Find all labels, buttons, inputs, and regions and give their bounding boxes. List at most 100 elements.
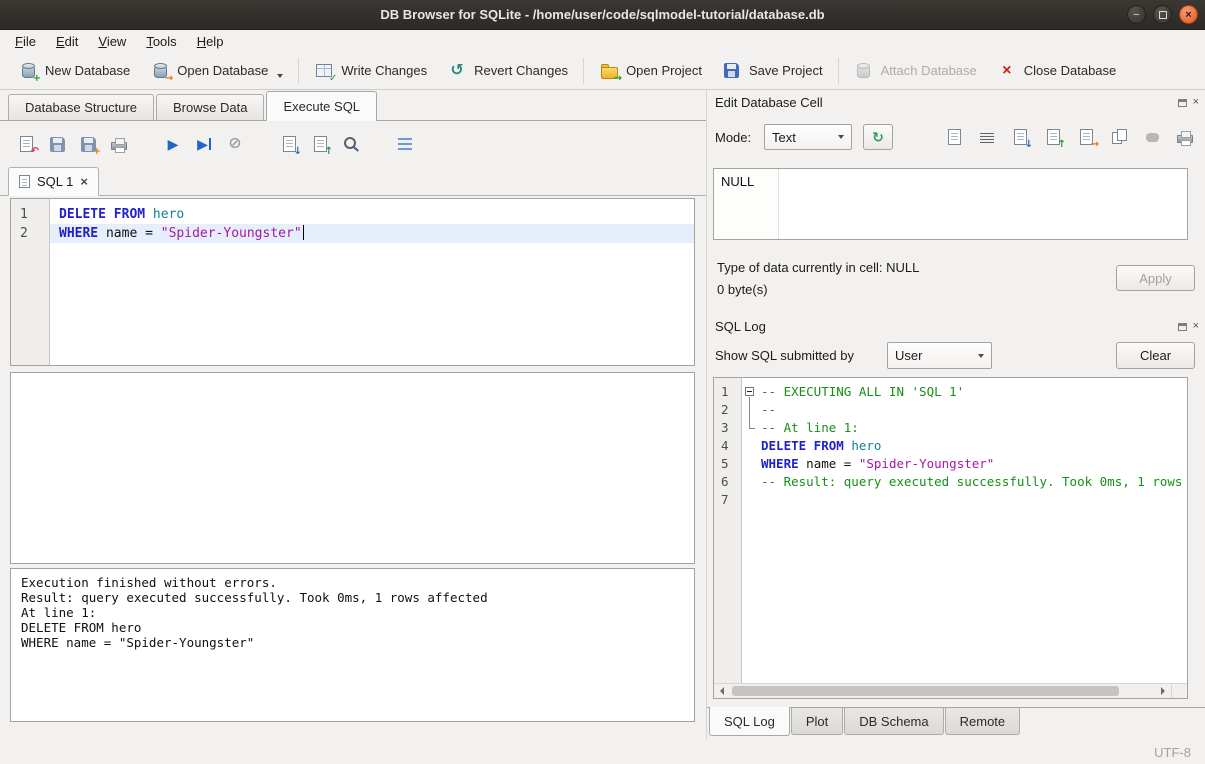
format-sql-icon[interactable] xyxy=(395,134,415,154)
print-cell-icon[interactable] xyxy=(1175,127,1195,147)
left-panel: Database Structure Browse Data Execute S… xyxy=(0,90,706,740)
log-line[interactable]: 4DELETE FROM hero xyxy=(714,437,1187,455)
editor-line[interactable]: 2WHERE name = "Spider-Youngster" xyxy=(11,224,694,243)
scrollbar-thumb[interactable] xyxy=(732,686,1119,696)
float-panel-icon[interactable] xyxy=(1178,99,1187,107)
editor-line[interactable]: 1DELETE FROM hero xyxy=(11,205,694,224)
minimize-button[interactable]: − xyxy=(1127,5,1146,24)
execute-all-icon[interactable]: ▶ xyxy=(163,134,183,154)
app-window: DB Browser for SQLite - /home/user/code/… xyxy=(0,0,1205,764)
set-null-icon[interactable] xyxy=(1142,127,1162,147)
sql-tab-label: SQL 1 xyxy=(37,174,73,189)
sql-tab[interactable]: SQL 1 × xyxy=(8,167,99,196)
menu-edit[interactable]: Edit xyxy=(46,32,88,51)
write-changes-icon: ✓ xyxy=(314,61,334,81)
open-database-icon: → xyxy=(150,61,170,81)
new-database-icon: + xyxy=(18,61,38,81)
log-line[interactable]: 3-- At line 1: xyxy=(714,419,1187,437)
sql-log-dock-controls: × xyxy=(1178,322,1199,331)
tab-execute-sql[interactable]: Execute SQL xyxy=(266,91,377,121)
float-panel-icon[interactable] xyxy=(1178,323,1187,331)
close-tab-icon[interactable]: × xyxy=(80,175,88,188)
right-panel: Edit Database Cell × Mode: Text ↻ ↓ ↑ → xyxy=(706,90,1205,740)
stop-execution-icon[interactable]: ⊘ xyxy=(225,134,245,154)
log-line[interactable]: 7 xyxy=(714,491,1187,509)
close-database-button[interactable]: × Close Database xyxy=(987,56,1127,86)
log-line[interactable]: 1-- EXECUTING ALL IN 'SQL 1' xyxy=(714,383,1187,401)
sql-file-icon xyxy=(19,175,30,188)
open-database-button[interactable]: → Open Database xyxy=(140,56,293,86)
horizontal-scrollbar[interactable] xyxy=(714,683,1187,698)
line-number: 5 xyxy=(714,455,742,473)
execution-log-panel[interactable]: Execution finished without errors. Resul… xyxy=(10,568,695,722)
scroll-left-icon[interactable] xyxy=(714,684,730,698)
save-project-button[interactable]: Save Project xyxy=(712,56,833,86)
code-text: WHERE name = "Spider-Youngster" xyxy=(50,224,694,243)
cell-value: NULL xyxy=(721,174,754,189)
sql-log-code[interactable]: 1-- EXECUTING ALL IN 'SQL 1'2--3-- At li… xyxy=(714,378,1187,683)
main-tabbar: Database Structure Browse Data Execute S… xyxy=(0,90,706,121)
tab-browse-data[interactable]: Browse Data xyxy=(156,94,264,120)
sql-toolbar: ↶ + ▶ ▶ ⊘ ↓ ↑ xyxy=(0,130,415,158)
line-number: 2 xyxy=(11,224,50,243)
sql-log-view[interactable]: 1-- EXECUTING ALL IN 'SQL 1'2--3-- At li… xyxy=(713,377,1188,699)
tab-sql-log[interactable]: SQL Log xyxy=(709,707,790,736)
execute-line-icon[interactable]: ▶ xyxy=(194,134,214,154)
main-area: Database Structure Browse Data Execute S… xyxy=(0,90,1205,740)
log-line[interactable]: 6-- Result: query executed successfully.… xyxy=(714,473,1187,491)
new-database-button[interactable]: + New Database xyxy=(8,56,140,86)
attach-database-icon xyxy=(854,61,874,81)
titlebar[interactable]: DB Browser for SQLite - /home/user/code/… xyxy=(0,0,1205,30)
fold-toggle-icon[interactable] xyxy=(742,383,758,401)
log-line[interactable]: 2-- xyxy=(714,401,1187,419)
print-sql-icon[interactable] xyxy=(109,134,129,154)
save-sql-file-icon[interactable] xyxy=(47,134,67,154)
menu-file[interactable]: File xyxy=(5,32,46,51)
save-sql-as-icon[interactable]: + xyxy=(78,134,98,154)
sql-editor[interactable]: 1DELETE FROM hero2WHERE name = "Spider-Y… xyxy=(10,198,695,366)
menu-view[interactable]: View xyxy=(88,32,136,51)
menu-tools[interactable]: Tools xyxy=(136,32,186,51)
word-wrap-icon[interactable] xyxy=(977,127,997,147)
close-window-button[interactable]: × xyxy=(1179,5,1198,24)
import-sql-icon[interactable]: ↑ xyxy=(310,134,330,154)
save-project-icon xyxy=(722,61,742,81)
open-sql-file-icon[interactable]: ↶ xyxy=(16,134,36,154)
refresh-cell-button[interactable]: ↻ xyxy=(863,124,893,150)
close-panel-icon[interactable]: × xyxy=(1193,322,1199,331)
line-number: 3 xyxy=(714,419,742,437)
tab-remote[interactable]: Remote xyxy=(945,708,1021,735)
find-replace-icon[interactable] xyxy=(341,134,361,154)
maximize-button[interactable] xyxy=(1153,5,1172,24)
scroll-right-icon[interactable] xyxy=(1155,684,1171,698)
close-panel-icon[interactable]: × xyxy=(1193,98,1199,107)
menu-help[interactable]: Help xyxy=(187,32,234,51)
mode-combobox[interactable]: Text xyxy=(764,124,852,150)
user-filter-combobox[interactable]: User xyxy=(887,342,992,369)
scrollbar-track[interactable] xyxy=(730,684,1155,698)
write-changes-button[interactable]: ✓ Write Changes xyxy=(304,56,437,86)
cell-type-info: Type of data currently in cell: NULL xyxy=(717,260,919,275)
apply-button[interactable]: Apply xyxy=(1116,265,1195,291)
clear-button[interactable]: Clear xyxy=(1116,342,1195,369)
attach-database-button[interactable]: Attach Database xyxy=(844,56,987,86)
cell-editor[interactable]: NULL xyxy=(713,168,1188,240)
import-from-file-icon[interactable]: ↓ xyxy=(1010,127,1030,147)
tab-database-structure[interactable]: Database Structure xyxy=(8,94,154,120)
code-text: -- Result: query executed successfully. … xyxy=(758,473,1187,491)
revert-changes-button[interactable]: ↺ Revert Changes xyxy=(437,56,578,86)
line-number: 4 xyxy=(714,437,742,455)
open-external-icon[interactable]: → xyxy=(1076,127,1096,147)
text-cursor xyxy=(303,225,304,240)
text-document-icon[interactable] xyxy=(944,127,964,147)
export-sql-icon[interactable]: ↓ xyxy=(279,134,299,154)
export-to-file-icon[interactable]: ↑ xyxy=(1043,127,1063,147)
open-project-button[interactable]: → Open Project xyxy=(589,56,712,86)
results-grid[interactable] xyxy=(10,372,695,564)
log-line[interactable]: 5WHERE name = "Spider-Youngster" xyxy=(714,455,1187,473)
tab-plot[interactable]: Plot xyxy=(791,708,843,735)
open-database-dropdown-icon[interactable] xyxy=(277,74,283,78)
copy-icon[interactable] xyxy=(1109,127,1129,147)
sql-editor-code[interactable]: 1DELETE FROM hero2WHERE name = "Spider-Y… xyxy=(11,199,694,365)
tab-db-schema[interactable]: DB Schema xyxy=(844,708,943,735)
